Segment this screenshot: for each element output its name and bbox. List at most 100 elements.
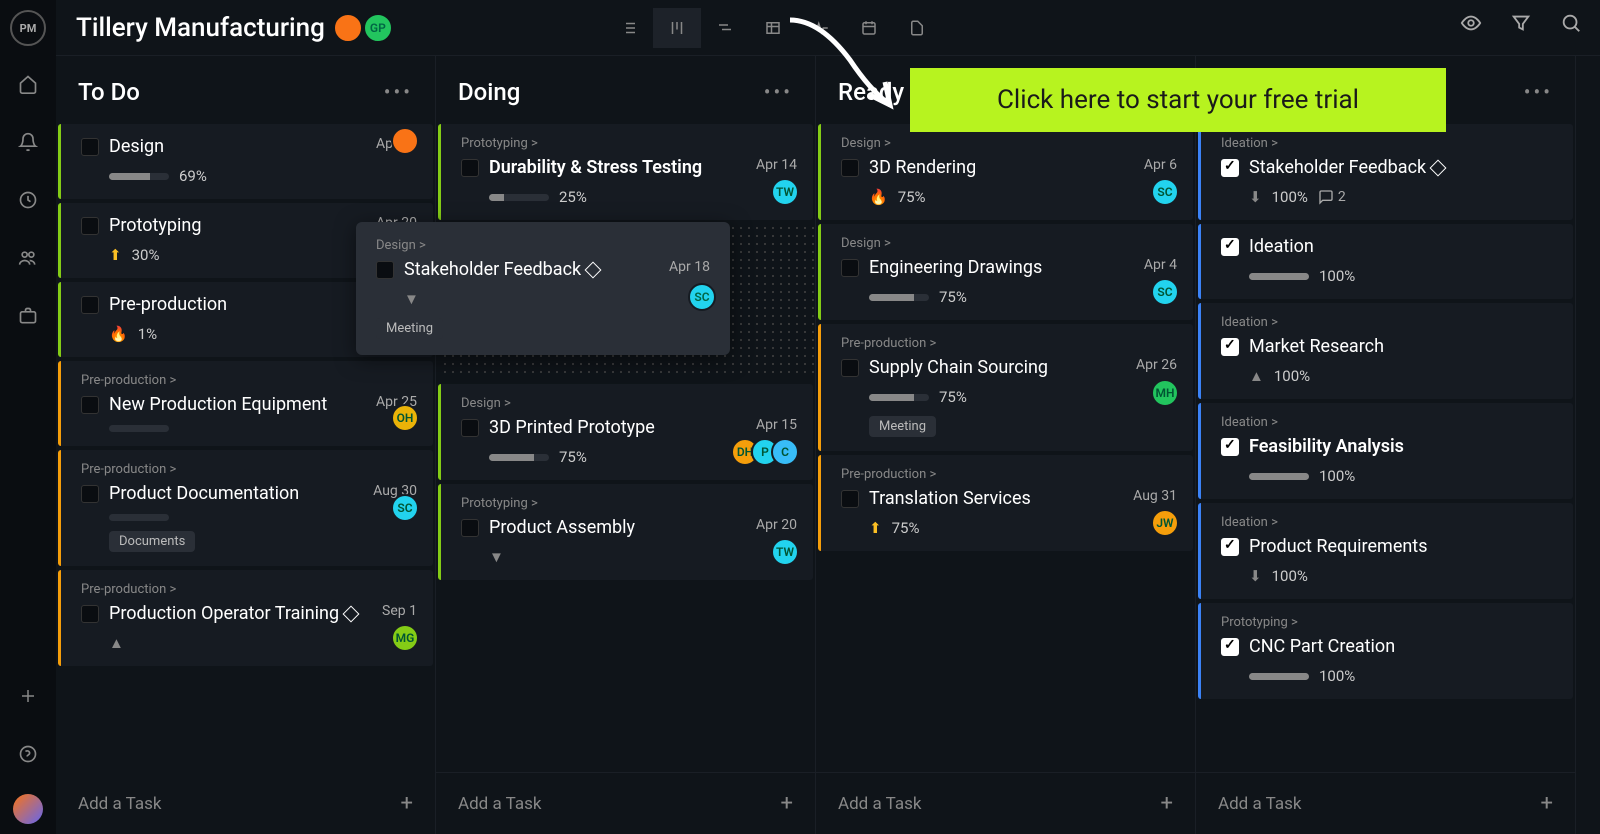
add-task-button[interactable]: Add a Task+ [436, 772, 815, 834]
task-card[interactable]: Pre-production > Supply Chain Sourcing A… [818, 324, 1193, 451]
assignee-avatar[interactable]: OH [391, 404, 419, 432]
view-plan-icon[interactable] [701, 8, 749, 48]
eye-icon[interactable] [1460, 12, 1482, 34]
task-card[interactable]: Ideation 100% [1198, 224, 1573, 299]
card-checkbox[interactable] [376, 261, 394, 279]
task-card[interactable]: Prototyping > Product Assembly Apr 20 ▼ … [438, 484, 813, 580]
card-crumb: Design > [461, 396, 797, 411]
bell-icon[interactable] [10, 124, 46, 160]
view-list-icon[interactable] [605, 8, 653, 48]
card-checkbox[interactable] [461, 519, 479, 537]
comments-icon[interactable]: 2 [1318, 189, 1346, 205]
add-task-button[interactable]: Add a Task+ [1196, 772, 1575, 834]
task-card[interactable]: Ideation > Product Requirements ⬇100% [1198, 503, 1573, 599]
progress-percent: 100% [1274, 367, 1310, 385]
dragging-card[interactable]: Design > Stakeholder Feedback Apr 18 ▼ S… [356, 222, 730, 355]
card-checkbox[interactable] [81, 296, 99, 314]
card-checkbox[interactable] [841, 259, 859, 277]
help-icon[interactable] [10, 736, 46, 772]
add-icon[interactable] [10, 678, 46, 714]
clock-icon[interactable] [10, 182, 46, 218]
diamond-icon [343, 606, 360, 623]
progress-percent: 75% [559, 448, 587, 466]
task-card[interactable]: Prototyping > CNC Part Creation 100% [1198, 603, 1573, 699]
assignee-avatar[interactable] [391, 127, 419, 155]
add-task-button[interactable]: Add a Task+ [56, 773, 435, 834]
card-checkbox[interactable] [81, 138, 99, 156]
task-card[interactable]: Design > Engineering Drawings Apr 4 75% … [818, 224, 1193, 320]
card-checkbox[interactable] [841, 159, 859, 177]
progress-bar [869, 294, 929, 301]
assignee-avatar[interactable]: JW [1151, 509, 1179, 537]
progress-percent: 75% [939, 388, 967, 406]
card-checkbox[interactable] [841, 359, 859, 377]
task-card[interactable]: Pre-production > New Production Equipmen… [58, 361, 433, 446]
task-card[interactable]: Prototyping > Durability & Stress Testin… [438, 124, 813, 220]
search-icon[interactable] [1560, 12, 1582, 34]
arrow-down-icon: ⬇ [1249, 567, 1262, 585]
assignee-avatar[interactable]: SC [391, 494, 419, 522]
card-checkbox[interactable] [1221, 238, 1239, 256]
plus-icon: + [781, 791, 793, 816]
task-card[interactable]: Design > 3D Printed Prototype Apr 15 75%… [438, 384, 813, 480]
card-title: Prototyping [109, 215, 366, 236]
fire-icon: 🔥 [109, 325, 128, 343]
task-card[interactable]: Pre-production > Product Documentation A… [58, 450, 433, 566]
home-icon[interactable] [10, 66, 46, 102]
card-checkbox[interactable] [841, 490, 859, 508]
task-card[interactable]: Ideation > Stakeholder Feedback ⬇100% 2 [1198, 124, 1573, 220]
card-checkbox[interactable] [461, 159, 479, 177]
card-title: Engineering Drawings [869, 257, 1134, 278]
card-crumb: Ideation > [1221, 136, 1557, 151]
card-date: Aug 31 [1133, 488, 1177, 504]
task-card[interactable]: Ideation > Feasibility Analysis 100% [1198, 403, 1573, 499]
add-task-button[interactable]: Add a Task+ [816, 772, 1195, 834]
card-checkbox[interactable] [1221, 638, 1239, 656]
card-checkbox[interactable] [81, 485, 99, 503]
card-crumb: Pre-production > [81, 582, 417, 597]
user-avatar[interactable] [13, 794, 43, 824]
assignee-avatars[interactable]: DHPC [739, 438, 799, 466]
task-card[interactable]: Pre-production > Production Operator Tra… [58, 570, 433, 666]
card-checkbox[interactable] [1221, 438, 1239, 456]
filter-icon[interactable] [1510, 12, 1532, 34]
task-card[interactable]: Design Apr 18 69% [58, 124, 433, 199]
card-checkbox[interactable] [81, 605, 99, 623]
progress-bar [489, 454, 549, 461]
card-date: Sep 1 [382, 603, 417, 619]
people-icon[interactable] [10, 240, 46, 276]
progress-percent: 30% [132, 246, 160, 264]
assignee-avatar[interactable]: SC [688, 283, 716, 311]
progress-percent: 100% [1319, 667, 1355, 685]
briefcase-icon[interactable] [10, 298, 46, 334]
view-board-icon[interactable] [653, 8, 701, 48]
column-header: To Do ••• [56, 56, 435, 124]
assignee-avatar[interactable]: TW [771, 538, 799, 566]
card-title: Product Assembly [489, 517, 746, 538]
card-checkbox[interactable] [1221, 338, 1239, 356]
card-title: CNC Part Creation [1249, 636, 1557, 657]
assignee-avatar[interactable]: SC [1151, 278, 1179, 306]
assignee-avatar[interactable]: SC [1151, 178, 1179, 206]
card-date: Apr 14 [756, 157, 797, 173]
task-card[interactable]: Ideation > Market Research ▲100% [1198, 303, 1573, 399]
card-title: Supply Chain Sourcing [869, 357, 1126, 378]
column-menu-icon[interactable]: ••• [1524, 80, 1553, 104]
card-checkbox[interactable] [81, 396, 99, 414]
assignee-avatar[interactable]: MG [391, 624, 419, 652]
progress-percent: 100% [1319, 467, 1355, 485]
progress-bar [1249, 473, 1309, 480]
card-checkbox[interactable] [81, 217, 99, 235]
column-menu-icon[interactable]: ••• [384, 80, 413, 104]
assignee-avatar[interactable]: TW [771, 178, 799, 206]
card-date: Apr 6 [1144, 157, 1177, 173]
project-members[interactable]: GP [341, 13, 393, 43]
card-checkbox[interactable] [461, 419, 479, 437]
card-checkbox[interactable] [1221, 538, 1239, 556]
task-card[interactable]: Pre-production > Translation Services Au… [818, 455, 1193, 551]
assignee-avatar[interactable]: MH [1151, 379, 1179, 407]
card-checkbox[interactable] [1221, 159, 1239, 177]
cta-banner[interactable]: Click here to start your free trial [910, 68, 1446, 132]
column-to-do: To Do ••• Design Apr 18 69% Prototyping [56, 56, 436, 834]
card-crumb: Pre-production > [841, 336, 1177, 351]
